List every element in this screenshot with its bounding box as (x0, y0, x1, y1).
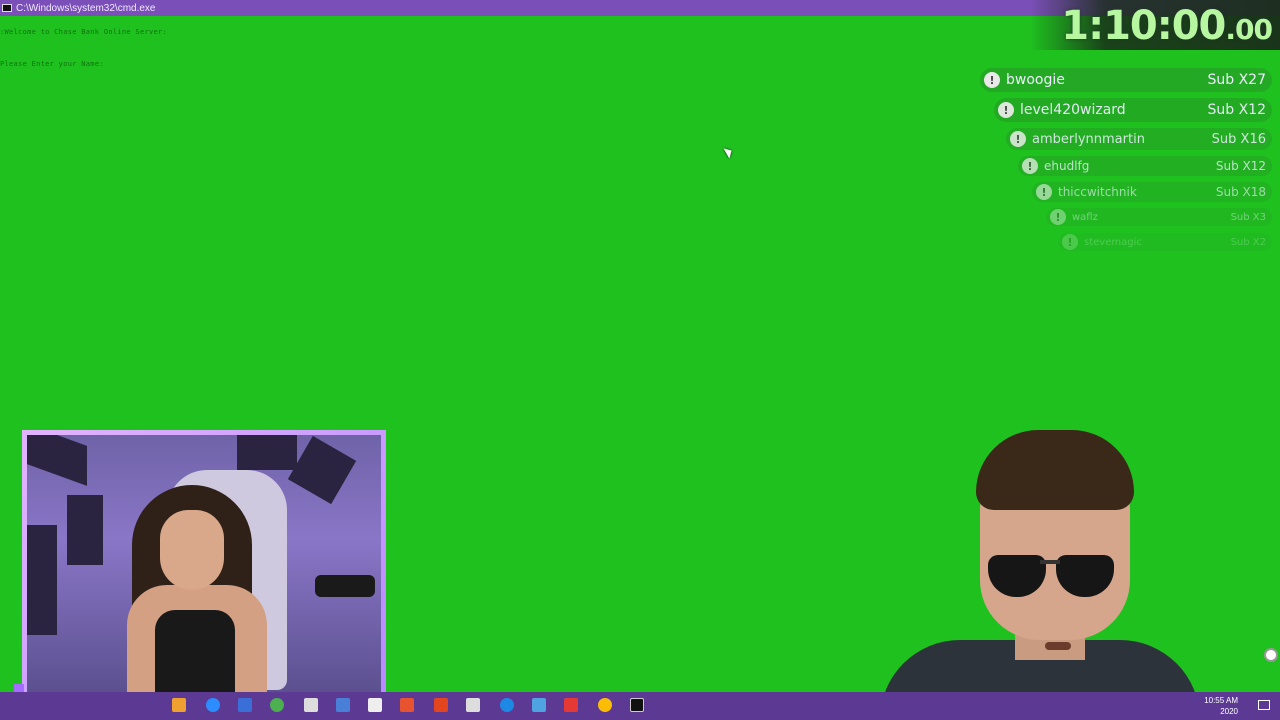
sub-username: bwoogie (1006, 72, 1065, 88)
timer-main: 1:10:00 (1061, 3, 1226, 49)
sub-alert-row: ! level420wizard Sub X12 (994, 98, 1272, 122)
folder-icon[interactable] (172, 698, 186, 712)
acoustic-panel (67, 495, 103, 565)
app-icon[interactable] (238, 698, 252, 712)
window-title: C:\Windows\system32\cmd.exe (16, 2, 156, 14)
skype-icon[interactable] (206, 698, 220, 712)
app-icon[interactable] (336, 698, 350, 712)
alert-icon: ! (984, 72, 1000, 88)
sub-username: ehudlfg (1044, 159, 1090, 173)
microphone-icon (315, 575, 375, 597)
sunglasses-bridge (1040, 560, 1060, 564)
mail-icon[interactable] (368, 698, 382, 712)
app-icon[interactable] (532, 698, 546, 712)
cmd-icon (2, 4, 12, 12)
alert-icon: ! (998, 102, 1014, 118)
sub-username: stevemagic (1084, 236, 1142, 248)
alert-icon: ! (1050, 209, 1066, 225)
taskbar-time: 10:55 AM (1204, 696, 1238, 705)
sub-username: level420wizard (1020, 102, 1126, 118)
scroll-button[interactable] (1264, 648, 1278, 662)
notification-icon[interactable] (1258, 700, 1270, 710)
app-icon[interactable] (400, 698, 414, 712)
sub-count: Sub X16 (1211, 131, 1266, 147)
calculator-icon[interactable] (304, 698, 318, 712)
alert-icon: ! (1036, 184, 1052, 200)
streamer-face (160, 510, 224, 590)
acoustic-panel (27, 435, 87, 486)
alert-icon: ! (1010, 131, 1026, 147)
sub-alert-row: ! amberlynnmartin Sub X16 (1006, 128, 1272, 150)
calculator-icon[interactable] (466, 698, 480, 712)
alert-icon: ! (1062, 234, 1078, 250)
countdown-timer: 1:10:00.00 (1061, 2, 1273, 54)
mouse-cursor-icon (723, 145, 735, 159)
streamer-top (155, 610, 235, 697)
sub-username: thiccwitchnik (1058, 185, 1137, 199)
sub-count: Sub X3 (1230, 211, 1266, 223)
sub-count: Sub X12 (1207, 102, 1266, 118)
timer-cents: .00 (1225, 13, 1273, 46)
host-mouth (1045, 642, 1071, 650)
chrome-icon[interactable] (598, 698, 612, 712)
edge-icon[interactable] (500, 698, 514, 712)
alert-icon: ! (1022, 158, 1038, 174)
sub-alert-row: ! thiccwitchnik Sub X18 (1032, 182, 1272, 202)
streamer-webcam (27, 435, 381, 697)
sub-alert-row: ! stevemagic Sub X2 (1058, 233, 1272, 251)
acoustic-panel (237, 435, 297, 470)
console-welcome-line: :Welcome to Chase Bank Online Server: (0, 28, 168, 36)
chrome-icon[interactable] (270, 698, 284, 712)
office-icon[interactable] (434, 698, 448, 712)
app-icon[interactable] (564, 698, 578, 712)
sub-count: Sub X18 (1215, 185, 1266, 199)
acoustic-panel (27, 525, 57, 635)
sub-username: amberlynnmartin (1032, 131, 1145, 147)
sub-alert-row: ! bwoogie Sub X27 (980, 68, 1272, 92)
sub-count: Sub X2 (1230, 236, 1266, 248)
sub-alert-row: ! waflz Sub X3 (1046, 208, 1272, 226)
sub-count: Sub X12 (1215, 159, 1266, 173)
host-webcam (880, 430, 1200, 720)
taskbar-clock[interactable]: 10:55 AM 2020 (1204, 695, 1238, 717)
host-hair (976, 430, 1134, 510)
acoustic-panel (287, 435, 357, 505)
sub-username: waflz (1072, 211, 1098, 223)
sub-alert-row: ! ehudlfg Sub X12 (1018, 156, 1272, 176)
cmd-taskbar-icon[interactable] (630, 698, 644, 712)
streamer-webcam-frame (22, 430, 386, 702)
console-prompt-line: Please Enter your Name: (0, 60, 104, 68)
taskbar-date: 2020 (1220, 707, 1238, 716)
sub-count: Sub X27 (1207, 72, 1266, 88)
